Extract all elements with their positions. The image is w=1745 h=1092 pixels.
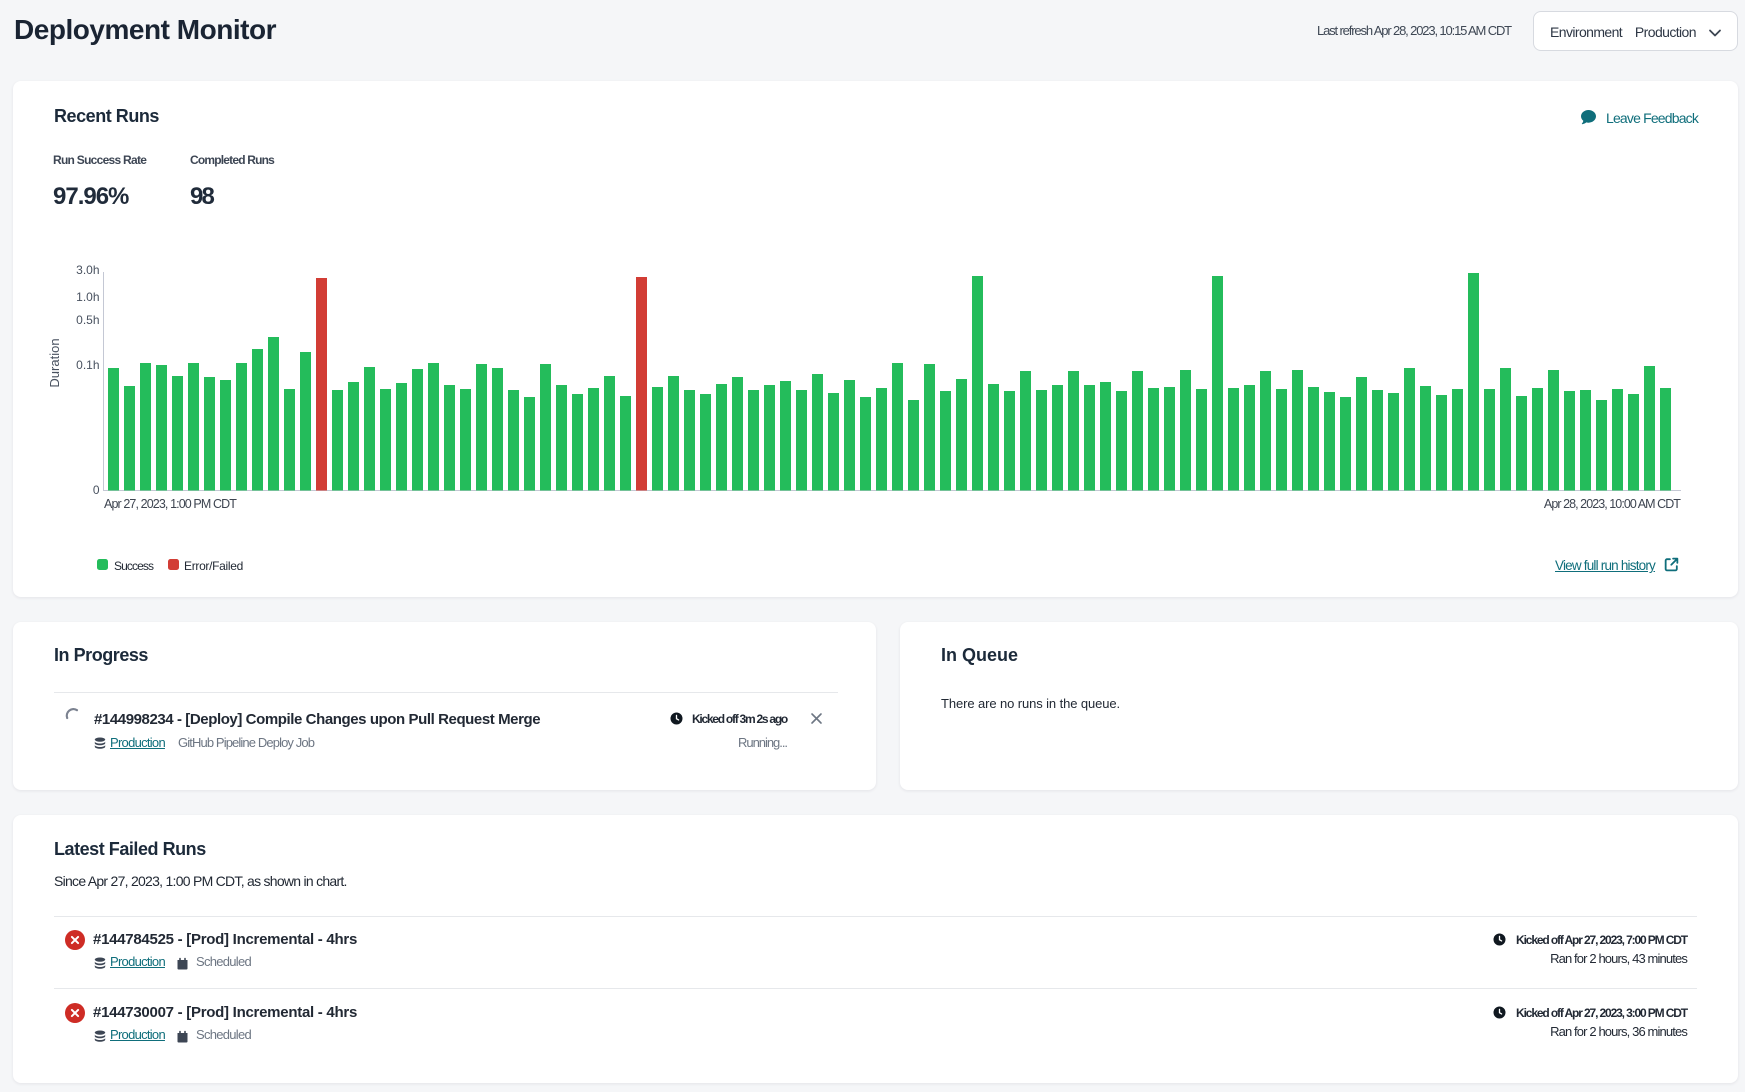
svg-text:Apr 27, 2023, 1:00 PM CDT: Apr 27, 2023, 1:00 PM CDT (104, 497, 237, 511)
svg-text:Duration: Duration (47, 338, 62, 387)
svg-text:0.1h: 0.1h (76, 358, 99, 372)
svg-text:0.5h: 0.5h (76, 313, 99, 327)
svg-text:Apr 28, 2023, 10:00 AM CDT: Apr 28, 2023, 10:00 AM CDT (1544, 497, 1681, 511)
svg-text:1.0h: 1.0h (76, 290, 99, 304)
svg-text:0: 0 (93, 483, 100, 497)
svg-text:3.0h: 3.0h (76, 263, 99, 277)
